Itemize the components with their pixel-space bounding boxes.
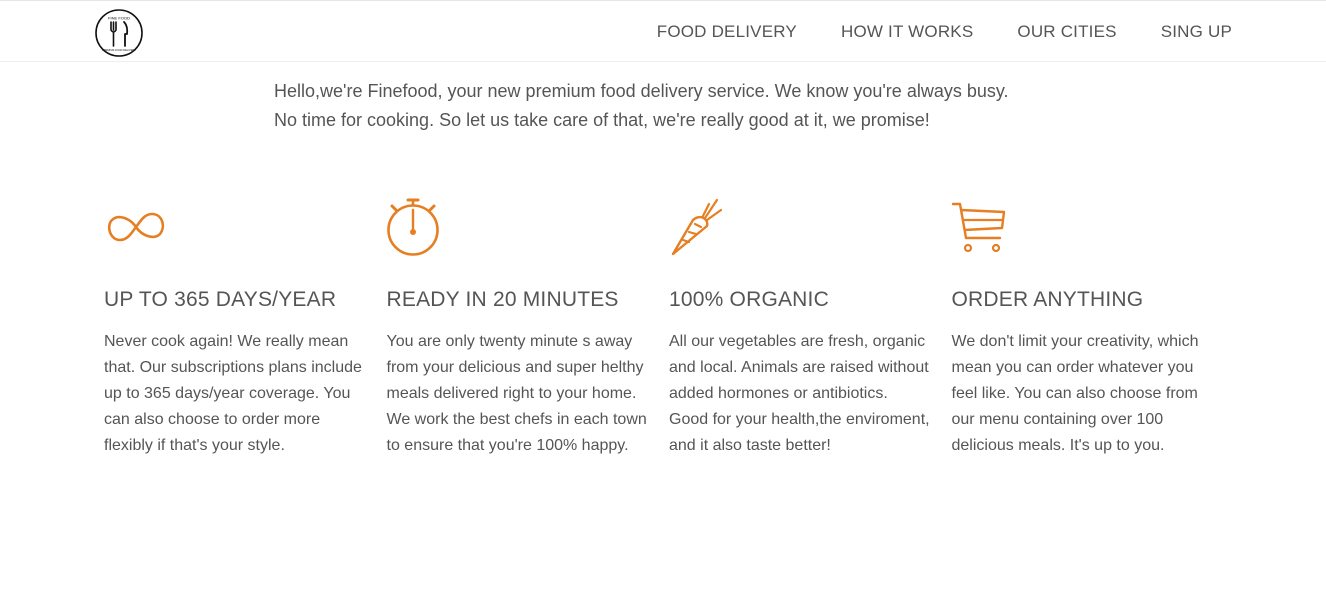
intro-section: Hello,we're Finefood, your new premium f… (274, 77, 1094, 135)
infinity-icon (107, 212, 165, 242)
carrot-icon (671, 198, 723, 256)
feature-icon-wrapper (386, 196, 650, 262)
nav-our-cities[interactable]: OUR CITIES (1017, 22, 1116, 42)
intro-line-1: Hello,we're Finefood, your new premium f… (274, 81, 1009, 101)
intro-line-2: No time for cooking. So let us take care… (274, 110, 930, 130)
nav-sign-up[interactable]: SING UP (1161, 22, 1232, 42)
logo-bottom-text: PREMIUM FOOD DELIVERY (102, 48, 136, 52)
stopwatch-icon (386, 198, 439, 256)
feature-title: UP TO 365 DAYS/YEAR (104, 288, 337, 311)
feature-icon-wrapper (104, 196, 367, 262)
feature-title: ORDER ANYTHING (951, 288, 1144, 311)
feature-20-minutes: READY IN 20 MINUTES You are only twenty … (387, 196, 670, 459)
feature-icon-wrapper (951, 196, 1215, 262)
feature-organic: 100% ORGANIC All our vegetables are fres… (669, 196, 952, 459)
feature-text: All our vegetables are fresh, organic an… (669, 333, 930, 454)
features-section: UP TO 365 DAYS/YEAR Never cook again! We… (104, 196, 1234, 459)
shopping-cart-icon (951, 202, 1005, 253)
feature-text: Never cook again! We really mean that. O… (104, 333, 362, 454)
logo-top-text: FINE FOOD (108, 16, 130, 21)
page: FINE FOOD PREMIUM FOOD DELIVERY FOOD DEL… (0, 0, 1326, 595)
site-header: FINE FOOD PREMIUM FOOD DELIVERY FOOD DEL… (0, 0, 1326, 62)
main-nav: FOOD DELIVERY HOW IT WORKS OUR CITIES SI… (657, 1, 1232, 63)
feature-title: 100% ORGANIC (669, 288, 829, 311)
fork-knife-logo-icon: FINE FOOD PREMIUM FOOD DELIVERY (95, 9, 143, 57)
feature-text: You are only twenty minute s away from y… (386, 333, 647, 454)
feature-title: READY IN 20 MINUTES (386, 288, 619, 311)
logo-link[interactable]: FINE FOOD PREMIUM FOOD DELIVERY (94, 8, 144, 58)
nav-how-it-works[interactable]: HOW IT WORKS (841, 22, 973, 42)
feature-text: We don't limit your creativity, which me… (951, 333, 1199, 454)
nav-food-delivery[interactable]: FOOD DELIVERY (657, 22, 797, 42)
feature-icon-wrapper (669, 196, 932, 262)
feature-365-days: UP TO 365 DAYS/YEAR Never cook again! We… (104, 196, 387, 459)
feature-order-anything: ORDER ANYTHING We don't limit your creat… (951, 196, 1235, 459)
